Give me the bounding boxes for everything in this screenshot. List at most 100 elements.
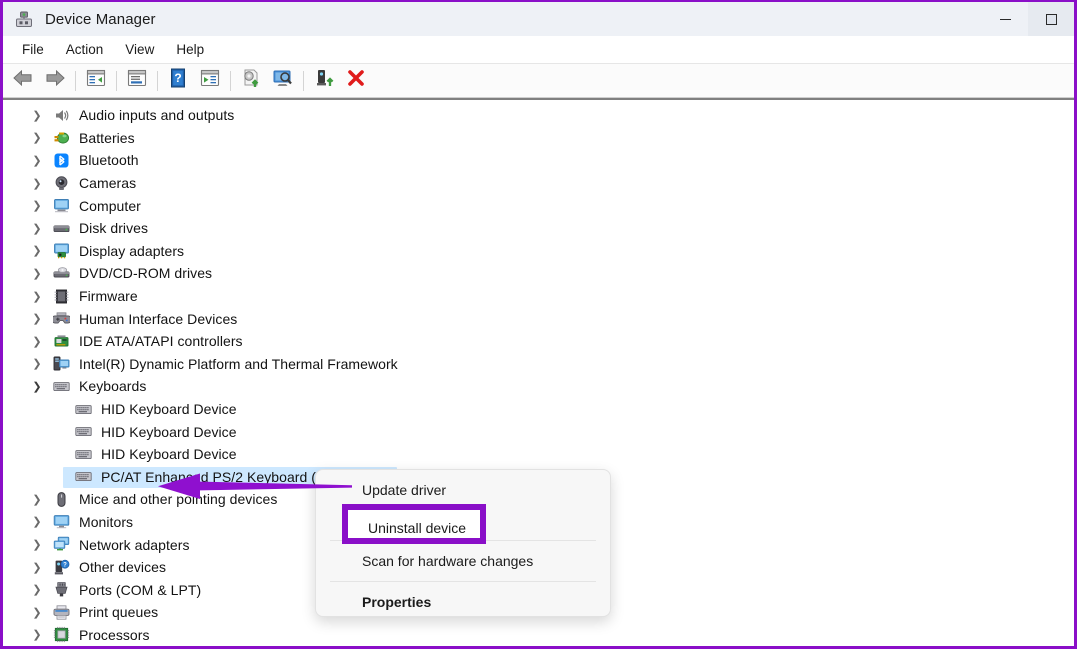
- chevron-right-icon[interactable]: ❯: [29, 534, 45, 556]
- menu-action[interactable]: Action: [55, 39, 115, 60]
- context-menu-item-properties[interactable]: Properties: [316, 587, 610, 617]
- properties-icon: [127, 69, 147, 92]
- tree-row-label: Human Interface Devices: [79, 311, 237, 327]
- svg-text:?: ?: [174, 71, 181, 85]
- tree-row-label: Network adapters: [79, 537, 190, 553]
- camera-icon: [53, 175, 70, 192]
- chevron-right-icon[interactable]: ❯: [29, 285, 45, 307]
- enable-device-icon: [314, 68, 334, 93]
- maximize-icon: [1046, 14, 1057, 25]
- chevron-right-icon[interactable]: ❯: [29, 240, 45, 262]
- chevron-right-icon[interactable]: ❯: [29, 217, 45, 239]
- processor-icon: [53, 626, 70, 643]
- tree-row-label: Display adapters: [79, 243, 184, 259]
- context-menu[interactable]: Update driver Uninstall device Scan for …: [315, 469, 611, 617]
- tree-row[interactable]: ❯ Processors: [3, 624, 1074, 646]
- dvd-drive-icon: [53, 265, 70, 282]
- tree-row-label: HID Keyboard Device: [101, 424, 237, 440]
- scan-for-hardware-changes-button[interactable]: [267, 66, 299, 96]
- display-adapter-icon: [53, 242, 70, 259]
- tree-row[interactable]: ❯ Intel(R) Dynamic Platform and Thermal …: [3, 353, 1074, 376]
- tree-row-keyboards[interactable]: ❯ Keyboards: [3, 375, 1074, 398]
- tree-row-label: Mice and other pointing devices: [79, 491, 277, 507]
- intel-platform-icon: [53, 355, 70, 372]
- chevron-right-icon[interactable]: ❯: [29, 353, 45, 375]
- keyboard-icon: [75, 423, 92, 440]
- tree-row[interactable]: ❯ Firmware: [3, 285, 1074, 308]
- back-button[interactable]: [7, 66, 39, 96]
- tree-row[interactable]: ❯ Audio inputs and outputs: [3, 104, 1074, 127]
- chevron-right-icon[interactable]: ❯: [29, 330, 45, 352]
- tree-row[interactable]: ❯ IDE ATA/ATAPI controllers: [3, 330, 1074, 353]
- battery-icon: [53, 129, 70, 146]
- show-hide-action-pane-icon: [200, 69, 220, 92]
- disk-drive-icon: [53, 220, 70, 237]
- update-driver-button[interactable]: [235, 66, 267, 96]
- tree-row[interactable]: ❯ Computer: [3, 194, 1074, 217]
- printer-icon: [53, 604, 70, 621]
- tree-row-label: Processors: [79, 627, 150, 643]
- keyboard-icon: [75, 401, 92, 418]
- toolbar-separator: [116, 71, 117, 91]
- chevron-right-icon[interactable]: ❯: [29, 488, 45, 510]
- menu-view[interactable]: View: [114, 39, 165, 60]
- tree-row-label: Monitors: [79, 514, 133, 530]
- hid-icon: [53, 310, 70, 327]
- uninstall-device-button[interactable]: [340, 66, 372, 96]
- tree-row[interactable]: ❯ Batteries: [3, 127, 1074, 150]
- firmware-icon: [53, 288, 70, 305]
- keyboard-icon: [75, 468, 92, 485]
- chevron-right-icon[interactable]: ❯: [29, 149, 45, 171]
- chevron-right-icon[interactable]: ❯: [29, 511, 45, 533]
- title-bar: Device Manager: [3, 2, 1074, 36]
- toolbar-separator: [303, 71, 304, 91]
- tree-row[interactable]: ❯ HID Keyboard Device: [3, 443, 1074, 466]
- tree-row[interactable]: ❯ Disk drives: [3, 217, 1074, 240]
- tree-row-label: Audio inputs and outputs: [79, 107, 234, 123]
- network-adapter-icon: [53, 536, 70, 553]
- maximize-button[interactable]: [1028, 2, 1074, 36]
- tree-row[interactable]: ❯ Display adapters: [3, 240, 1074, 263]
- context-menu-item-update-driver[interactable]: Update driver: [316, 475, 610, 505]
- scan-for-hardware-changes-icon: [272, 68, 294, 93]
- tree-row[interactable]: ❯ DVD/CD-ROM drives: [3, 262, 1074, 285]
- menu-bar: File Action View Help: [3, 36, 1074, 64]
- tree-row[interactable]: ❯ Cameras: [3, 172, 1074, 195]
- context-menu-item-scan-for-hardware-changes[interactable]: Scan for hardware changes: [316, 546, 610, 576]
- window-controls: [982, 2, 1074, 36]
- chevron-right-icon[interactable]: ❯: [29, 556, 45, 578]
- keyboard-icon: [75, 446, 92, 463]
- chevron-right-icon[interactable]: ❯: [29, 262, 45, 284]
- chevron-right-icon[interactable]: ❯: [29, 172, 45, 194]
- chevron-right-icon[interactable]: ❯: [29, 601, 45, 623]
- tree-row[interactable]: ❯ Human Interface Devices: [3, 307, 1074, 330]
- minimize-button[interactable]: [982, 2, 1028, 36]
- forward-button[interactable]: [39, 66, 71, 96]
- tree-row-label: Disk drives: [79, 220, 148, 236]
- menu-file[interactable]: File: [11, 39, 55, 60]
- chevron-right-icon[interactable]: ❯: [29, 104, 45, 126]
- chevron-right-icon[interactable]: ❯: [29, 579, 45, 601]
- back-icon: [12, 68, 34, 93]
- show-hide-console-tree-button[interactable]: [80, 66, 112, 96]
- chevron-right-icon[interactable]: ❯: [29, 195, 45, 217]
- chevron-right-icon[interactable]: ❯: [29, 127, 45, 149]
- device-manager-icon: [14, 9, 34, 29]
- tree-row-label: HID Keyboard Device: [101, 446, 237, 462]
- tree-row-label: Print queues: [79, 604, 158, 620]
- tree-row[interactable]: ❯ Bluetooth: [3, 149, 1074, 172]
- help-button[interactable]: ?: [162, 66, 194, 96]
- chevron-right-icon[interactable]: ❯: [29, 624, 45, 646]
- show-hide-action-pane-button[interactable]: [194, 66, 226, 96]
- tree-row-label: Intel(R) Dynamic Platform and Thermal Fr…: [79, 356, 398, 372]
- properties-button[interactable]: [121, 66, 153, 96]
- chevron-right-icon[interactable]: ❯: [29, 308, 45, 330]
- enable-device-button[interactable]: [308, 66, 340, 96]
- toolbar-separator: [230, 71, 231, 91]
- tree-row[interactable]: ❯ HID Keyboard Device: [3, 420, 1074, 443]
- chevron-down-icon[interactable]: ❯: [29, 375, 45, 397]
- toolbar-separator: [157, 71, 158, 91]
- tree-row[interactable]: ❯ HID Keyboard Device: [3, 398, 1074, 421]
- context-menu-separator: [330, 581, 596, 582]
- menu-help[interactable]: Help: [165, 39, 215, 60]
